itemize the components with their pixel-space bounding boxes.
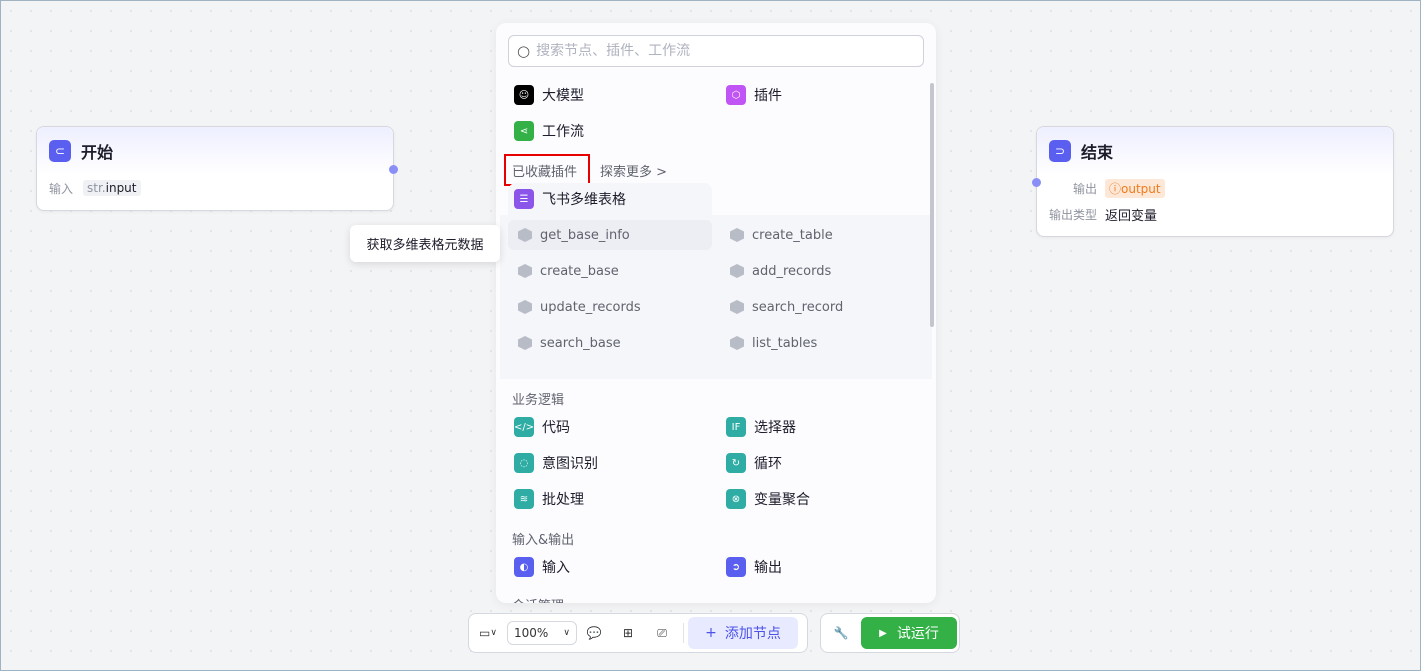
output-port[interactable] bbox=[389, 165, 398, 174]
input-var-tag: str.input bbox=[83, 180, 141, 196]
cube-icon bbox=[730, 300, 744, 314]
tab-favorites[interactable]: 已收藏插件 bbox=[512, 161, 577, 180]
cube-icon bbox=[730, 336, 744, 350]
mouse-icon: ⎚ bbox=[657, 625, 667, 640]
run-toolbar: 🔧 ▶ 试运行 bbox=[820, 613, 960, 653]
cube-icon bbox=[518, 264, 532, 278]
cube-icon bbox=[518, 228, 532, 242]
item-loop[interactable]: ↻ 循环 bbox=[720, 448, 782, 478]
chevron-down-icon: ∨ bbox=[563, 628, 570, 638]
auto-layout-button[interactable]: ⊞ bbox=[611, 626, 645, 640]
tool-search-base[interactable]: search_base bbox=[508, 328, 712, 358]
merge-icon: ⊗ bbox=[726, 489, 746, 509]
tool-list-tables[interactable]: list_tables bbox=[720, 328, 924, 358]
cube-icon bbox=[518, 336, 532, 350]
tab-explore-more[interactable]: 探索更多 > bbox=[600, 161, 667, 180]
play-icon: ▶ bbox=[879, 627, 887, 639]
tool-create-base[interactable]: create_base bbox=[508, 256, 712, 286]
output-icon: ➲ bbox=[726, 557, 746, 577]
tool-create-table[interactable]: create_table bbox=[720, 220, 924, 250]
minimap-toggle[interactable]: ▭ ∨ bbox=[469, 626, 507, 640]
search-input[interactable] bbox=[536, 43, 897, 59]
item-code[interactable]: </> 代码 bbox=[508, 412, 570, 442]
end-node[interactable]: ⊃ 结束 输出 ⓘoutput 输出类型 返回变量 bbox=[1032, 126, 1394, 237]
cube-icon bbox=[730, 264, 744, 278]
add-node-button[interactable]: + 添加节点 bbox=[688, 617, 798, 649]
debug-settings-button[interactable]: 🔧 bbox=[821, 626, 861, 640]
section-session: 会话管理 bbox=[512, 595, 564, 603]
llm-icon: ☺ bbox=[514, 85, 534, 105]
loop-icon: ↻ bbox=[726, 453, 746, 473]
output-label: 输出 bbox=[1072, 181, 1097, 196]
item-variable-merge[interactable]: ⊗ 变量聚合 bbox=[720, 484, 810, 514]
tool-get-base-info[interactable]: get_base_info bbox=[508, 220, 712, 250]
output-type-label: 输出类型 bbox=[1048, 207, 1097, 222]
comment-button[interactable]: 💬 bbox=[577, 626, 611, 640]
item-llm[interactable]: ☺ 大模型 bbox=[508, 80, 584, 110]
node-title: 结束 bbox=[1081, 143, 1114, 162]
search-icon: ○ bbox=[517, 42, 531, 60]
table-icon: ☰ bbox=[514, 189, 534, 209]
item-intent[interactable]: ◌ 意图识别 bbox=[508, 448, 598, 478]
tool-update-records[interactable]: update_records bbox=[508, 292, 712, 322]
section-business-logic: 业务逻辑 bbox=[512, 393, 565, 408]
comment-icon: 💬 bbox=[586, 626, 602, 640]
plugin-group-feishu[interactable]: ☰ 飞书多维表格 bbox=[508, 184, 626, 214]
if-icon: IF bbox=[726, 417, 746, 437]
start-icon: ⊂ bbox=[49, 140, 71, 162]
tool-search-record[interactable]: search_record bbox=[720, 292, 924, 322]
item-selector[interactable]: IF 选择器 bbox=[720, 412, 796, 442]
workflow-canvas[interactable]: ⊂ 开始 输入 str.input ⊃ 结束 输出 ⓘoutput 输出类型 返回变量… bbox=[0, 0, 1421, 671]
input-port[interactable] bbox=[1032, 178, 1041, 187]
item-workflow[interactable]: ⋖ 工作流 bbox=[508, 116, 584, 146]
bulb-icon: ◌ bbox=[514, 453, 534, 473]
end-icon: ⊃ bbox=[1049, 140, 1071, 162]
output-var-tag: ⓘoutput bbox=[1105, 178, 1165, 198]
plus-icon: + bbox=[705, 625, 717, 641]
canvas-toolbar: ▭ ∨ 100% ∨ 💬 ⊞ ⎚ + 添加节点 bbox=[468, 613, 808, 653]
section-io: 输入&输出 bbox=[512, 533, 575, 548]
start-node[interactable]: ⊂ 开始 输入 str.input bbox=[36, 126, 398, 211]
warning-icon: ⓘ bbox=[1109, 181, 1122, 196]
input-label: 输入 bbox=[49, 181, 74, 196]
zoom-select[interactable]: 100% ∨ bbox=[507, 621, 577, 645]
tool-add-records[interactable]: add_records bbox=[720, 256, 924, 286]
plugin-tools-list: get_base_info create_table create_base a… bbox=[500, 215, 932, 379]
tooltip: 获取多维表格元数据 bbox=[350, 225, 500, 262]
interaction-mode-button[interactable]: ⎚ bbox=[645, 626, 679, 641]
node-title: 开始 bbox=[81, 143, 114, 162]
item-output[interactable]: ➲ 输出 bbox=[720, 552, 782, 582]
output-type-value: 返回变量 bbox=[1105, 208, 1158, 224]
chevron-down-icon: ∨ bbox=[490, 628, 497, 638]
cube-icon bbox=[518, 300, 532, 314]
node-picker-panel: ○ ☺大模型 ⬡插件 ⋖工作流 已收藏插件 探索更多 > ☰飞书多维表格 get… bbox=[496, 23, 936, 603]
input-icon: ◐ bbox=[514, 557, 534, 577]
layers-icon: ≋ bbox=[514, 489, 534, 509]
plugin-icon: ⬡ bbox=[726, 85, 746, 105]
search-box[interactable]: ○ bbox=[508, 35, 924, 67]
workflow-icon: ⋖ bbox=[514, 121, 534, 141]
item-input[interactable]: ◐ 输入 bbox=[508, 552, 570, 582]
grid-icon: ⊞ bbox=[622, 626, 634, 640]
code-icon: </> bbox=[514, 417, 534, 437]
item-batch[interactable]: ≋ 批处理 bbox=[508, 484, 584, 514]
scrollbar[interactable] bbox=[930, 83, 934, 327]
wrench-icon: 🔧 bbox=[833, 626, 849, 640]
item-plugin[interactable]: ⬡ 插件 bbox=[720, 80, 782, 110]
test-run-button[interactable]: ▶ 试运行 bbox=[861, 617, 957, 649]
cube-icon bbox=[730, 228, 744, 242]
screen-icon: ▭ bbox=[479, 626, 491, 640]
